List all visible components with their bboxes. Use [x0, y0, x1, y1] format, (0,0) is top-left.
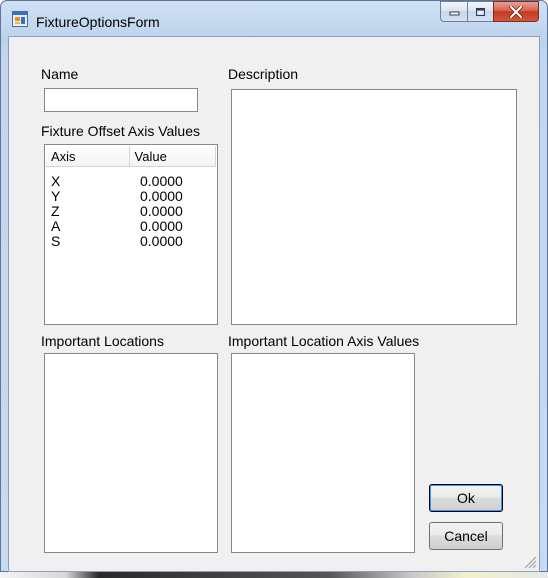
- caption-buttons: [440, 1, 539, 23]
- axis-row-y[interactable]: Y 0.0000: [51, 189, 183, 203]
- resize-grip-icon[interactable]: [523, 555, 537, 569]
- maximize-button[interactable]: [467, 1, 493, 22]
- name-label: Name: [41, 66, 79, 82]
- axis-value: 0.0000: [140, 203, 183, 219]
- important-location-axis-list[interactable]: [231, 353, 415, 553]
- important-locations-label: Important Locations: [41, 333, 164, 349]
- close-button[interactable]: [493, 1, 539, 22]
- axis-row-s[interactable]: S 0.0000: [51, 234, 183, 248]
- name-input[interactable]: [44, 88, 198, 112]
- axis-value: 0.0000: [140, 218, 183, 234]
- axis-name: Z: [51, 203, 60, 219]
- description-label: Description: [228, 66, 299, 82]
- title-bar[interactable]: FixtureOptionsForm: [1, 1, 547, 35]
- axis-name: A: [51, 218, 61, 234]
- important-locations-list[interactable]: [44, 353, 218, 553]
- form-client-area: Name Description Fixture Offset Axis Val…: [8, 36, 540, 572]
- description-textbox[interactable]: [231, 89, 517, 325]
- cancel-button[interactable]: Cancel: [429, 522, 503, 550]
- axis-row-z[interactable]: Z 0.0000: [51, 204, 183, 218]
- window-bottom-edge: [0, 572, 548, 578]
- axis-row-a[interactable]: A 0.0000: [51, 219, 183, 233]
- axis-value: 0.0000: [140, 173, 183, 189]
- listview-header: Axis Value: [46, 146, 216, 167]
- axis-value: 0.0000: [140, 188, 183, 204]
- minimize-button[interactable]: [440, 1, 467, 22]
- column-header-axis[interactable]: Axis: [46, 146, 130, 166]
- axis-name: Y: [51, 188, 61, 204]
- fixture-options-window: FixtureOptionsForm Name Description Fixt…: [0, 0, 548, 572]
- axis-row-x[interactable]: X 0.0000: [51, 174, 183, 188]
- form-app-icon: [12, 11, 28, 27]
- column-header-value[interactable]: Value: [130, 146, 216, 166]
- axis-name: S: [51, 233, 61, 249]
- maximize-icon: [476, 7, 485, 16]
- minimize-icon: [449, 11, 459, 16]
- fixture-offset-label: Fixture Offset Axis Values: [41, 123, 200, 139]
- axis-values-listview[interactable]: Axis Value X 0.0000 Y 0.0000 Z 0.0000 A 0.00…: [44, 144, 218, 325]
- ok-button[interactable]: Ok: [429, 484, 503, 512]
- important-location-axis-label: Important Location Axis Values: [228, 333, 420, 349]
- axis-value: 0.0000: [140, 233, 183, 249]
- window-title: FixtureOptionsForm: [36, 14, 160, 30]
- close-icon: [509, 5, 523, 18]
- axis-name: X: [51, 173, 61, 189]
